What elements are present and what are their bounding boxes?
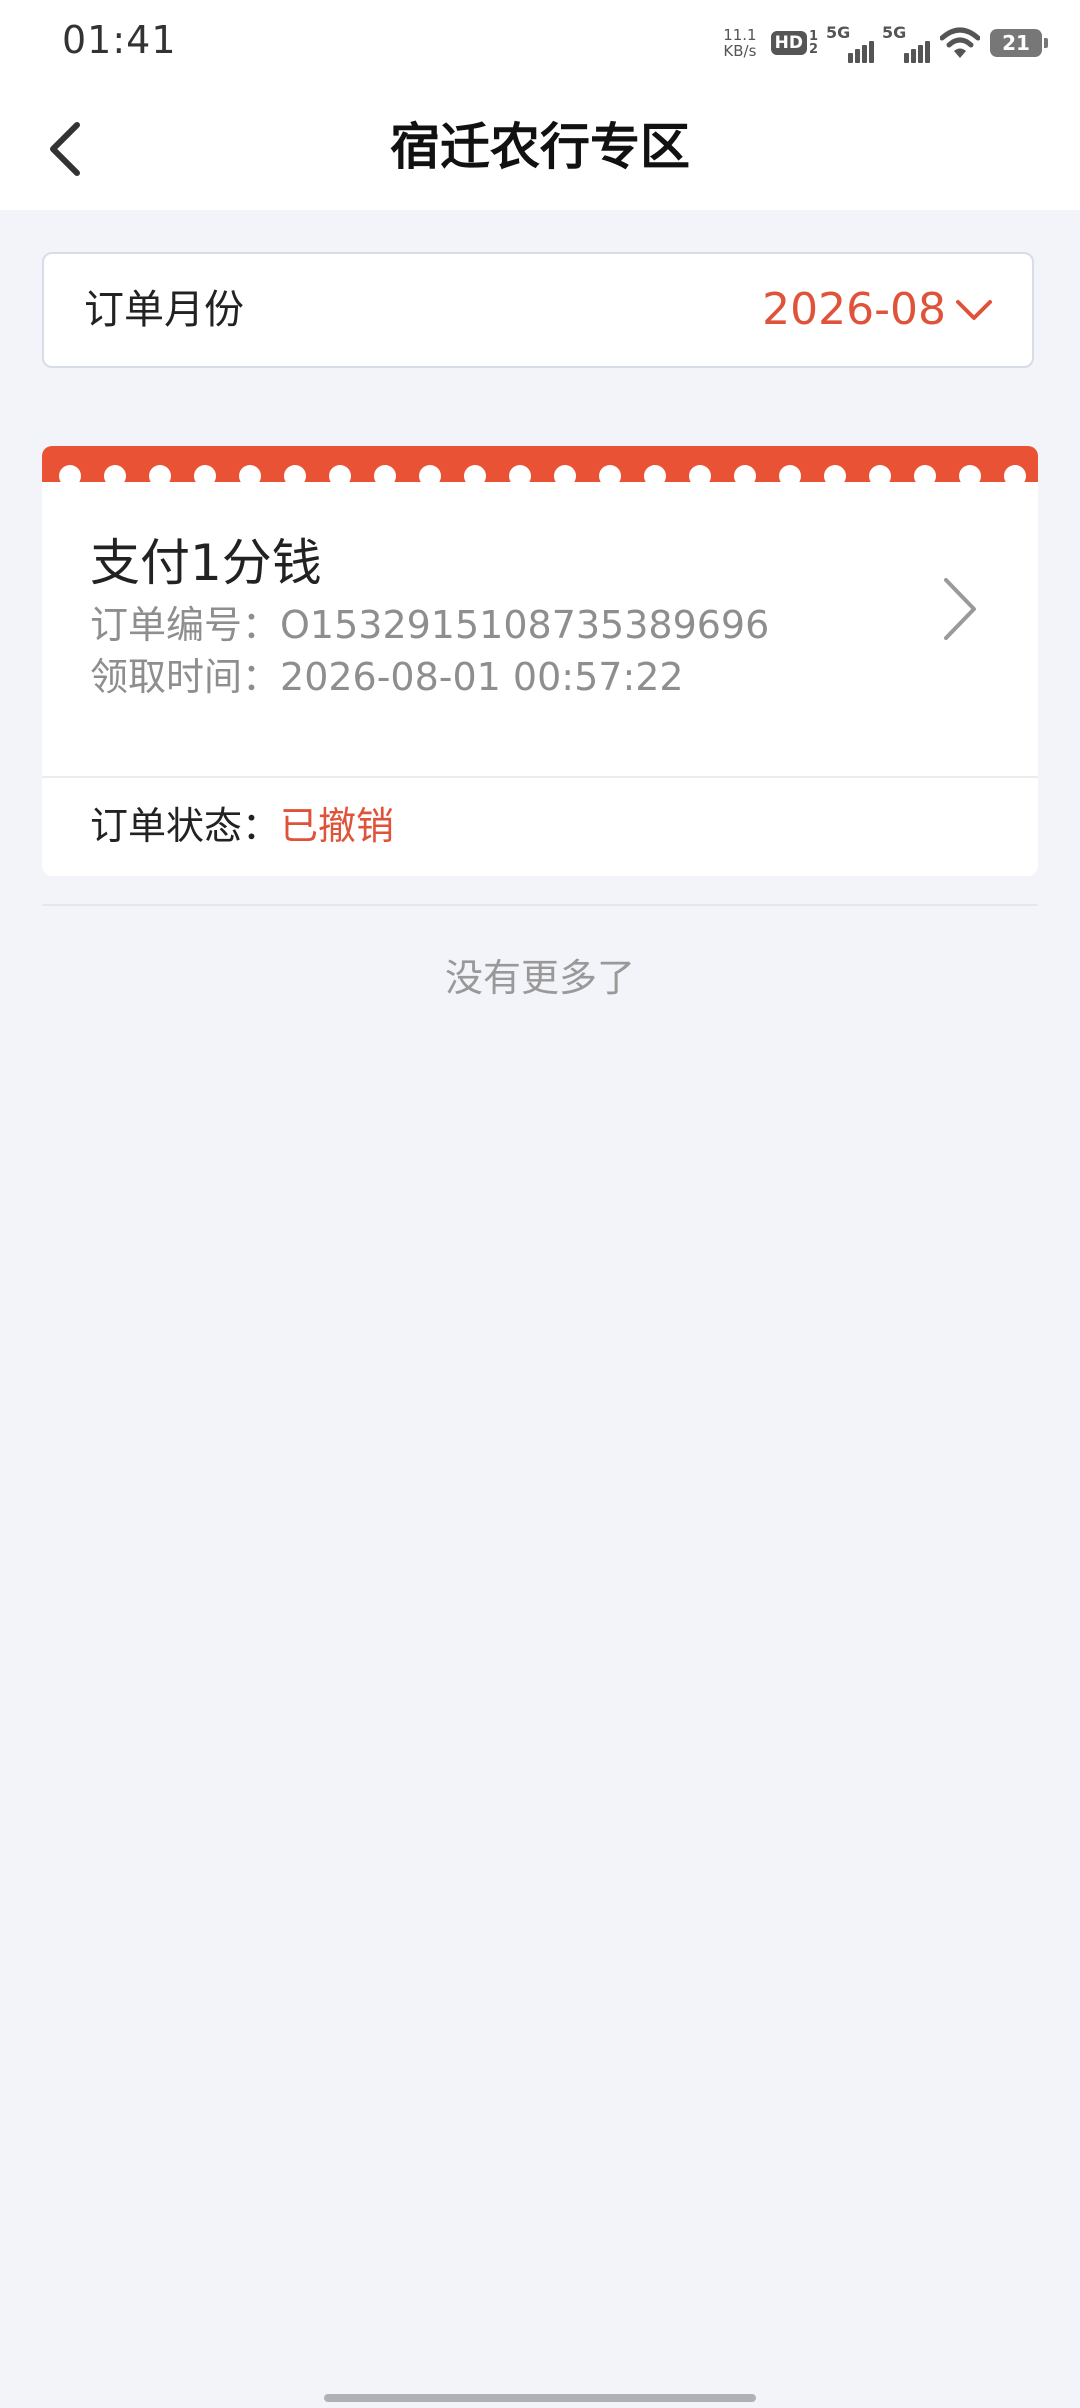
- chevron-down-icon[interactable]: [954, 296, 994, 324]
- network-speed-value: 11.1: [723, 26, 757, 44]
- order-status-label: 订单状态：: [90, 804, 281, 848]
- order-month-value[interactable]: 2026-08: [762, 282, 946, 338]
- card-divider: [42, 776, 1038, 778]
- status-icons: 11.1 KB/s HD 1 2 5G 5G 21: [723, 20, 1048, 66]
- order-status-row: 订单状态：已撤销: [90, 800, 394, 852]
- status-time: 01:41: [62, 18, 177, 62]
- order-month-label: 订单月份: [84, 287, 244, 333]
- list-end-text: 没有更多了: [444, 956, 635, 1000]
- hd-label: HD: [770, 31, 807, 55]
- list-divider: [42, 904, 1038, 906]
- nav-bar: 宿迁农行专区: [0, 84, 1080, 210]
- order-card-body[interactable]: 支付1分钱 订单编号：O1532915108735389696 领取时间：202…: [42, 482, 1038, 808]
- page-title: 宿迁农行专区: [390, 118, 690, 176]
- sim2-label: 5G: [882, 23, 907, 42]
- hd-sub-bottom: 2: [808, 42, 818, 57]
- order-month-selector[interactable]: 订单月份 2026-08: [42, 252, 1034, 368]
- hd-sub: 1 2: [809, 30, 818, 56]
- order-number-label: 订单编号：: [90, 603, 281, 647]
- sim1-label: 5G: [826, 23, 851, 42]
- network-speed-unit: KB/s: [723, 42, 757, 60]
- order-number-row: 订单编号：O1532915108735389696: [90, 600, 769, 650]
- hd-icon: HD 1 2: [770, 30, 818, 56]
- order-time-row: 领取时间：2026-08-01 00:57:22: [90, 652, 684, 702]
- order-number: O1532915108735389696: [280, 603, 770, 647]
- order-card[interactable]: 支付1分钱 订单编号：O1532915108735389696 领取时间：202…: [42, 446, 1038, 876]
- status-bar: 01:41 11.1 KB/s HD 1 2 5G 5G 21: [0, 0, 1080, 84]
- network-speed: 11.1 KB/s: [723, 27, 756, 59]
- chevron-right-icon[interactable]: [940, 574, 980, 644]
- signal-icon: 5G: [882, 23, 930, 63]
- battery-icon: 21: [990, 29, 1048, 57]
- battery-level: 21: [1002, 31, 1030, 55]
- order-name: 支付1分钱: [90, 534, 322, 592]
- wifi-icon: [940, 27, 980, 58]
- home-indicator[interactable]: [324, 2394, 756, 2402]
- order-time-label: 领取时间：: [90, 655, 281, 699]
- order-time: 2026-08-01 00:57:22: [280, 655, 684, 699]
- card-perforated-strip: [42, 446, 1038, 482]
- signal-icon: 5G: [826, 23, 874, 63]
- order-status: 已撤销: [280, 804, 395, 848]
